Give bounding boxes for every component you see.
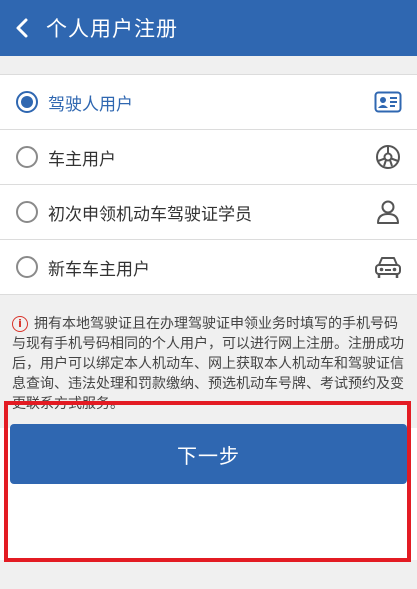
info-icon: i — [12, 316, 28, 332]
page-title: 个人用户注册 — [46, 17, 178, 41]
option-label: 驾驶人用户 — [48, 94, 133, 115]
user-type-list: 驾驶人用户 车主用户 初次申领机动车驾驶证学员 新车车主用户 — [0, 74, 417, 295]
person-icon — [373, 197, 403, 227]
option-first-time-learner[interactable]: 初次申领机动车驾驶证学员 — [0, 185, 417, 240]
option-driver-user[interactable]: 驾驶人用户 — [0, 75, 417, 130]
radio-button[interactable] — [16, 201, 38, 223]
id-card-icon — [373, 87, 403, 117]
option-label: 新车车主用户 — [48, 259, 150, 280]
registration-notice: i 拥有本地驾驶证且在办理驾驶证申领业务时填写的手机号码与现有手机号码相同的个人… — [12, 314, 405, 422]
app-header: 个人用户注册 — [0, 0, 417, 56]
option-label: 车主用户 — [48, 149, 116, 170]
radio-button-checked[interactable] — [16, 91, 38, 113]
next-step-button[interactable]: 下一步 — [10, 424, 407, 484]
radio-button[interactable] — [16, 146, 38, 168]
option-new-car-owner[interactable]: 新车车主用户 — [0, 240, 417, 295]
steering-wheel-icon — [373, 142, 403, 172]
back-button[interactable] — [0, 0, 44, 56]
car-front-icon — [373, 252, 403, 282]
option-vehicle-owner[interactable]: 车主用户 — [0, 130, 417, 185]
radio-button[interactable] — [16, 256, 38, 278]
chevron-left-icon — [16, 18, 28, 38]
option-label: 初次申领机动车驾驶证学员 — [48, 204, 252, 225]
notice-text: 拥有本地驾驶证且在办理驾驶证申领业务时填写的手机号码与现有手机号码相同的个人用户… — [12, 316, 404, 412]
